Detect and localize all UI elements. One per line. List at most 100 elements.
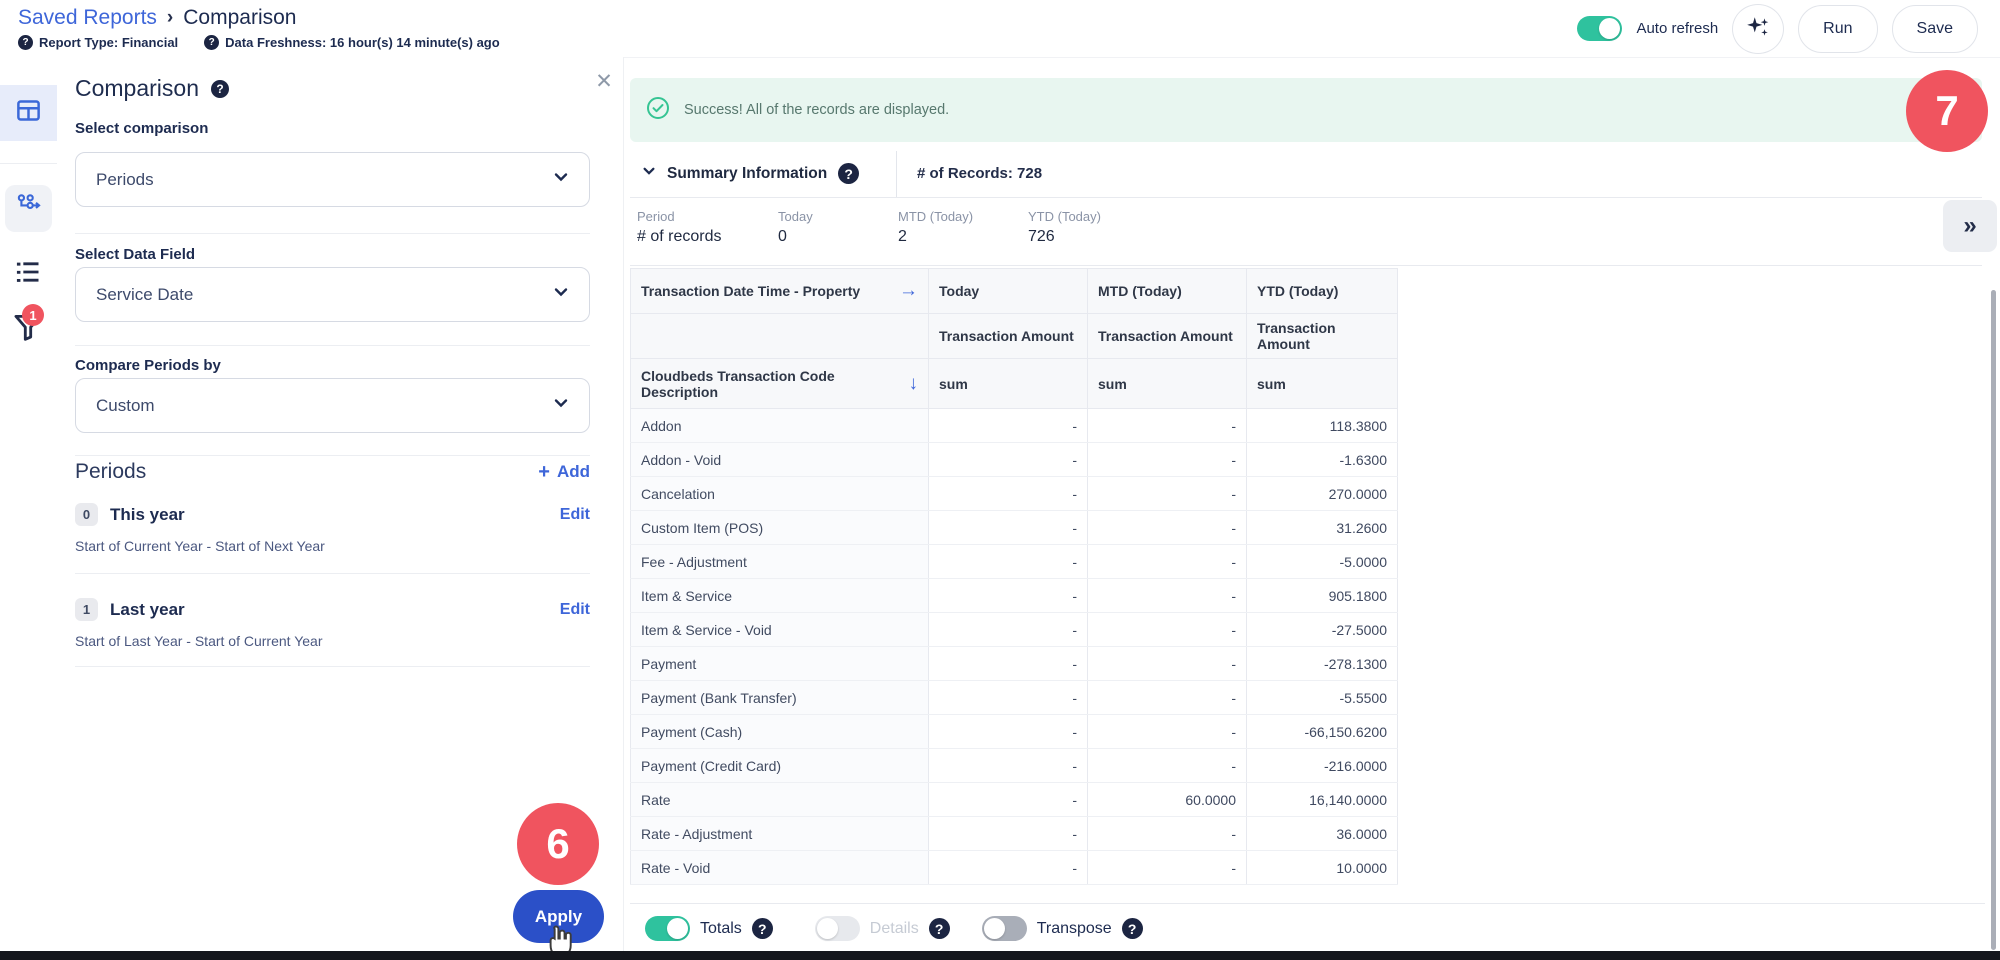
help-icon[interactable] [838, 163, 859, 184]
table-row: Cancelation--270.0000 [631, 477, 1398, 511]
help-icon[interactable] [929, 918, 950, 939]
report-builder-app: Saved Reports › Comparison Report Type: … [0, 0, 2000, 960]
row-value: - [1088, 579, 1247, 613]
row-value: - [929, 477, 1088, 511]
summary-collapse-control[interactable]: Summary Information [630, 163, 896, 184]
row-value: 905.1800 [1247, 579, 1398, 613]
summary-label: MTD (Today) [898, 209, 973, 224]
period-index-badge: 0 [75, 503, 98, 526]
panel-divider [75, 455, 590, 456]
display-options-bar: Totals Details Transpose [630, 903, 1985, 953]
expand-panel-button[interactable]: » [1943, 200, 1997, 252]
breadcrumb-separator-icon: › [167, 7, 173, 29]
breadcrumb: Saved Reports › Comparison [18, 6, 296, 30]
table-row: Item & Service--905.1800 [631, 579, 1398, 613]
row-value: - [1088, 851, 1247, 885]
toggle-knob [984, 918, 1005, 939]
auto-refresh-toggle[interactable] [1577, 16, 1622, 41]
row-value: -5.5500 [1247, 681, 1398, 715]
row-value: -1.6300 [1247, 443, 1398, 477]
summary-col-today: Today 0 [778, 209, 813, 246]
transpose-label: Transpose [1037, 920, 1112, 938]
period-column-header[interactable]: MTD (Today) [1088, 269, 1247, 314]
window-bottom-edge [0, 951, 2000, 960]
arrow-down-icon: ↓ [909, 373, 919, 395]
totals-toggle-group: Totals [645, 916, 773, 941]
row-value: - [929, 783, 1088, 817]
row-label: Payment (Bank Transfer) [631, 681, 929, 715]
measure-header: Transaction Amount [929, 314, 1088, 359]
success-banner: Success! All of the records are displaye… [630, 78, 1982, 142]
summary-value: 2 [898, 228, 973, 246]
row-label: Addon - Void [631, 443, 929, 477]
edit-period-button[interactable]: Edit [560, 506, 590, 524]
help-icon[interactable] [1122, 918, 1143, 939]
transpose-toggle-group: Transpose [982, 916, 1143, 941]
close-icon[interactable]: ✕ [593, 71, 615, 93]
sidebar-item-comparison[interactable] [5, 185, 52, 232]
success-message: Success! All of the records are displaye… [684, 102, 949, 118]
edit-period-button[interactable]: Edit [560, 601, 590, 619]
vertical-scrollbar[interactable] [1991, 290, 1996, 950]
aggregation-header[interactable]: sum [1088, 359, 1247, 409]
data-field-select[interactable]: Service Date [75, 267, 590, 322]
breadcrumb-current: Comparison [183, 6, 296, 30]
summary-value: 0 [778, 228, 813, 246]
table-row: Item & Service - Void---27.5000 [631, 613, 1398, 647]
panel-title-row: Comparison [75, 75, 229, 102]
sidebar-item-table-view[interactable] [0, 85, 57, 141]
period-column-header[interactable]: YTD (Today) [1247, 269, 1398, 314]
apply-button[interactable]: Apply [513, 890, 604, 943]
row-value: - [1088, 443, 1247, 477]
breadcrumb-saved-reports[interactable]: Saved Reports [18, 6, 157, 30]
totals-toggle[interactable] [645, 916, 690, 941]
details-toggle[interactable] [815, 916, 860, 941]
aggregation-header[interactable]: sum [929, 359, 1088, 409]
row-label: Fee - Adjustment [631, 545, 929, 579]
table-row: Addon--118.3800 [631, 409, 1398, 443]
period-index-badge: 1 [75, 598, 98, 621]
save-button[interactable]: Save [1892, 5, 1978, 53]
row-value: - [1088, 715, 1247, 749]
comparison-select[interactable]: Periods [75, 152, 590, 207]
compare-periods-by-value: Custom [96, 396, 155, 416]
success-check-icon [646, 96, 670, 125]
period-column-header[interactable]: Today [929, 269, 1088, 314]
compare-periods-by-select[interactable]: Custom [75, 378, 590, 433]
row-value: 36.0000 [1247, 817, 1398, 851]
records-count: # of Records: 728 [897, 165, 1042, 182]
table-row: Payment---278.1300 [631, 647, 1398, 681]
help-icon[interactable] [18, 35, 33, 50]
period-item-this-year: 0 This year Edit [75, 503, 590, 526]
table-row: Payment (Bank Transfer)---5.5500 [631, 681, 1398, 715]
column-dimension-header-cell[interactable]: Transaction Date Time - Property → [631, 269, 929, 314]
measure-header: Transaction Amount [1088, 314, 1247, 359]
row-value: -5.0000 [1247, 545, 1398, 579]
summary-information-bar: Summary Information # of Records: 728 [630, 150, 1982, 198]
filter-count-badge: 1 [22, 304, 44, 326]
summary-label: YTD (Today) [1028, 209, 1101, 224]
row-value: - [929, 851, 1088, 885]
table-row: Payment (Cash)---66,150.6200 [631, 715, 1398, 749]
add-period-button[interactable]: + Add [538, 461, 590, 484]
aggregation-header[interactable]: sum [1247, 359, 1398, 409]
data-freshness-meta: Data Freshness: 16 hour(s) 14 minute(s) … [204, 35, 500, 50]
row-value: - [929, 681, 1088, 715]
help-icon[interactable] [211, 80, 229, 98]
ai-assistant-button[interactable] [1732, 4, 1784, 54]
top-header: Saved Reports › Comparison Report Type: … [0, 0, 2000, 58]
run-button[interactable]: Run [1798, 5, 1877, 53]
transpose-toggle[interactable] [982, 916, 1027, 941]
data-field-select-value: Service Date [96, 285, 193, 305]
row-label: Item & Service [631, 579, 929, 613]
sidebar-item-fields[interactable] [9, 257, 47, 291]
select-comparison-label: Select comparison [75, 120, 208, 137]
help-icon[interactable] [204, 35, 219, 50]
table-row: Fee - Adjustment---5.0000 [631, 545, 1398, 579]
row-value: - [1088, 477, 1247, 511]
row-dimension-header-cell[interactable]: Cloudbeds Transaction Code Description ↓ [631, 359, 929, 409]
row-value: - [929, 511, 1088, 545]
help-icon[interactable] [752, 918, 773, 939]
rail-divider [0, 163, 57, 164]
table-row: Rate - Adjustment--36.0000 [631, 817, 1398, 851]
